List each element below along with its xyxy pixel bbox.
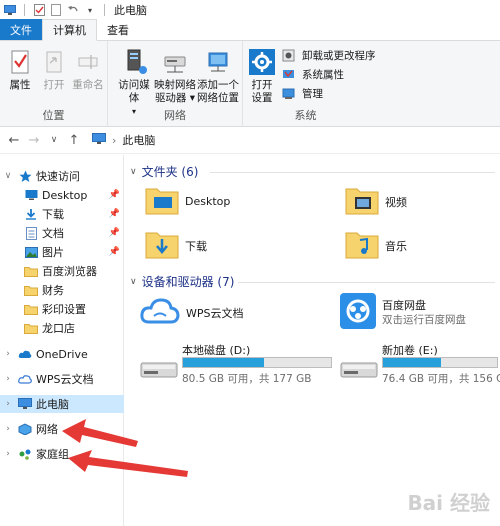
devices-section-title: 设备和驱动器 (7) [141, 275, 235, 289]
folder-name: 下载 [185, 239, 207, 253]
hard-drive-icon [140, 355, 178, 382]
drive-usage-fill [183, 358, 265, 367]
wps-cloud-large-icon [140, 295, 180, 330]
divider [210, 172, 495, 173]
folder-name: Desktop [185, 195, 231, 208]
folder-tile-music[interactable]: 音乐 [345, 229, 407, 262]
desktop-folder-icon [145, 185, 179, 218]
folder-tile-videos[interactable]: 视频 [345, 185, 407, 218]
folder-name: 视频 [385, 195, 407, 209]
drive-usage-bar [382, 357, 498, 368]
folders-section-header[interactable]: ∨ 文件夹 (6) [130, 163, 198, 180]
section-collapse-icon: ∨ [130, 276, 137, 287]
folder-tile-downloads[interactable]: 下载 [145, 229, 207, 262]
drive-name: 新加卷 (E:) [382, 344, 438, 357]
baidu-netdisk-icon [340, 293, 376, 332]
section-collapse-icon: ∨ [130, 166, 137, 177]
drive-size-text: 80.5 GB 可用，共 177 GB [182, 373, 312, 385]
baidu-netdisk-text: 百度网盘 双击运行百度网盘 [382, 298, 466, 328]
device-tile-baidu-netdisk[interactable]: 百度网盘 双击运行百度网盘 [340, 293, 466, 332]
watermark: Bai 经验 [407, 491, 490, 515]
devices-section-header[interactable]: ∨ 设备和驱动器 (7) [130, 273, 234, 290]
content-pane: ∨ 文件夹 (6) Desktop 视频 下载 音乐 ∨ 设备和驱动器 (7) … [125, 155, 500, 526]
folder-tile-desktop[interactable]: Desktop [145, 185, 230, 218]
drive-usage-fill [383, 358, 442, 367]
folder-name: 音乐 [385, 239, 407, 253]
folders-section-title: 文件夹 (6) [141, 165, 199, 179]
drive-name: 本地磁盘 (D:) [182, 344, 251, 357]
drive-tile-d[interactable] [140, 355, 178, 382]
videos-folder-icon [345, 185, 379, 218]
device-description: 双击运行百度网盘 [382, 313, 466, 326]
drive-size-text: 76.4 GB 可用，共 156 GB [382, 373, 500, 385]
downloads-folder-icon [145, 229, 179, 262]
divider [238, 282, 495, 283]
device-name: 百度网盘 [382, 298, 426, 312]
device-name: WPS云文档 [186, 306, 244, 320]
drive-tile-e[interactable] [340, 355, 378, 382]
music-folder-icon [345, 229, 379, 262]
hard-drive-icon [340, 355, 378, 382]
device-tile-wps-cloud[interactable]: WPS云文档 [140, 295, 244, 330]
drive-usage-bar [182, 357, 332, 368]
